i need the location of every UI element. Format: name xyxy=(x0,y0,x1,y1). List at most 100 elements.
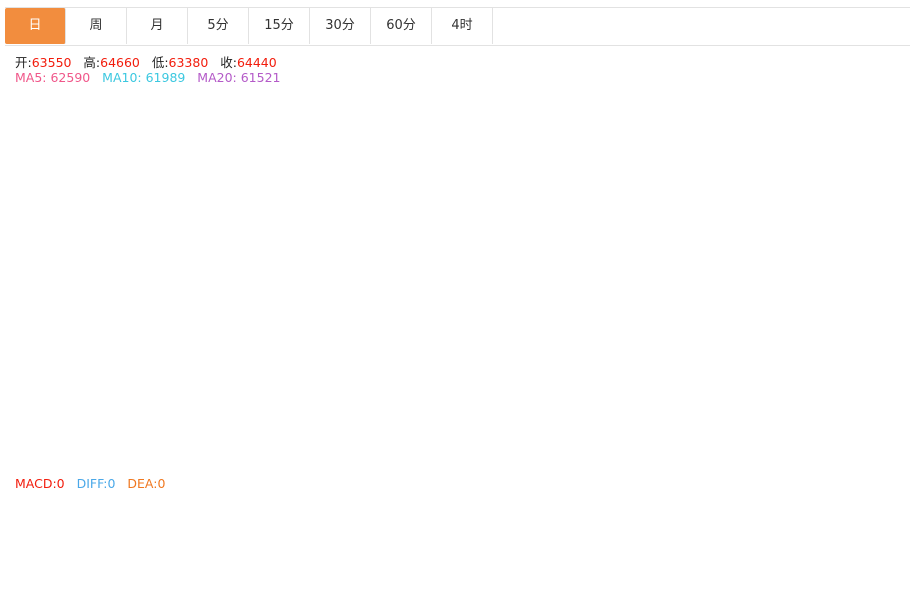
macd-bar xyxy=(613,517,623,530)
macd-bar xyxy=(649,522,659,530)
candle xyxy=(745,267,755,312)
candle-body xyxy=(147,314,157,341)
macd-bar xyxy=(458,514,468,530)
macd-bar xyxy=(506,507,516,530)
candle-body xyxy=(315,394,325,416)
tab-2[interactable]: 月 xyxy=(127,8,188,44)
candle-body xyxy=(100,387,110,422)
macd-value: MACD:0 xyxy=(15,476,65,491)
macd-bar xyxy=(422,529,432,536)
ma20-value: MA20: 61521 xyxy=(197,70,281,85)
candle-body xyxy=(422,397,432,416)
ma5-line xyxy=(8,236,787,416)
tab-5[interactable]: 30分 xyxy=(310,8,371,44)
macd-bar xyxy=(781,494,791,530)
candle xyxy=(506,253,516,329)
tab-6[interactable]: 60分 xyxy=(371,8,432,44)
macd-bar xyxy=(4,529,14,531)
macd-bar xyxy=(327,529,337,548)
macd-bar xyxy=(315,529,325,549)
candle xyxy=(578,358,588,389)
high-value: 64660 xyxy=(100,55,140,70)
candle-body xyxy=(470,324,480,334)
macd-bar xyxy=(279,529,289,535)
ma10-line xyxy=(8,279,787,408)
macd-bar xyxy=(88,529,98,545)
tab-1[interactable]: 周 xyxy=(66,8,127,44)
candle-body xyxy=(243,311,253,327)
price-tick-label: 59825 xyxy=(841,425,875,439)
candle-body xyxy=(363,411,372,420)
candle-body xyxy=(219,290,229,294)
macd-bar xyxy=(769,513,779,530)
candle-body xyxy=(697,309,707,327)
candle-body xyxy=(267,352,277,356)
candle-body xyxy=(685,319,695,339)
macd-bar xyxy=(673,524,683,530)
macd-bar xyxy=(494,504,504,530)
tab-4[interactable]: 15分 xyxy=(249,8,310,44)
macd-bar xyxy=(124,526,133,530)
candle xyxy=(88,391,98,423)
candle-body xyxy=(88,395,98,420)
candle-body xyxy=(279,357,289,365)
candle xyxy=(625,303,635,329)
candle xyxy=(40,384,50,449)
tab-7[interactable]: 4时 xyxy=(432,8,493,44)
macd-bar xyxy=(76,529,86,544)
macd-bar xyxy=(100,529,110,541)
candle-body xyxy=(40,401,50,447)
macd-bar xyxy=(685,524,695,530)
tab-0[interactable]: 日 xyxy=(5,8,66,44)
macd-tick-label: -34 xyxy=(841,525,859,539)
macd-bar xyxy=(16,529,26,539)
macd-bar xyxy=(446,519,456,530)
macd-bar xyxy=(207,507,217,530)
macd-bar xyxy=(590,529,600,531)
dea-line xyxy=(8,510,786,547)
candle xyxy=(518,310,528,364)
candle-body xyxy=(255,328,265,337)
candle-body xyxy=(171,303,181,324)
candle xyxy=(649,330,659,347)
kline-chart[interactable]: 64933 64082 63656 63231 62805 62379 61953 61528… xyxy=(0,0,910,604)
macd-bar xyxy=(482,508,492,530)
macd-bar xyxy=(231,513,241,530)
candle-body xyxy=(506,290,516,327)
candle-body xyxy=(183,301,193,319)
candle xyxy=(637,330,647,352)
candle xyxy=(482,306,492,334)
tab-3[interactable]: 5分 xyxy=(188,8,249,44)
candle xyxy=(279,340,289,373)
candle xyxy=(422,393,432,423)
candle xyxy=(351,390,361,418)
diff-value: DIFF:0 xyxy=(76,476,116,491)
candle xyxy=(386,404,396,432)
macd-bar xyxy=(112,529,122,533)
candle xyxy=(721,288,731,318)
candle xyxy=(363,399,372,420)
candle-body xyxy=(530,342,540,349)
macd-bar xyxy=(267,529,277,531)
candle xyxy=(494,286,504,304)
macd-bar xyxy=(697,525,707,530)
candle-body xyxy=(625,309,635,315)
candle xyxy=(458,314,468,337)
candle xyxy=(709,314,719,336)
candle xyxy=(4,304,14,343)
candle-body xyxy=(613,301,623,308)
candle xyxy=(339,377,349,416)
candle xyxy=(207,279,217,315)
candle-body xyxy=(721,297,731,318)
macd-bar xyxy=(625,515,635,530)
candle xyxy=(590,331,600,376)
candle-body xyxy=(709,320,719,328)
current-price-badge xyxy=(836,98,910,115)
price-tick-label: 60250 xyxy=(841,395,875,409)
candle xyxy=(100,378,110,432)
candle xyxy=(195,286,205,316)
candle-body xyxy=(76,388,86,398)
macd-bar xyxy=(339,529,349,547)
candle xyxy=(542,368,552,404)
macd-bar xyxy=(554,529,564,533)
